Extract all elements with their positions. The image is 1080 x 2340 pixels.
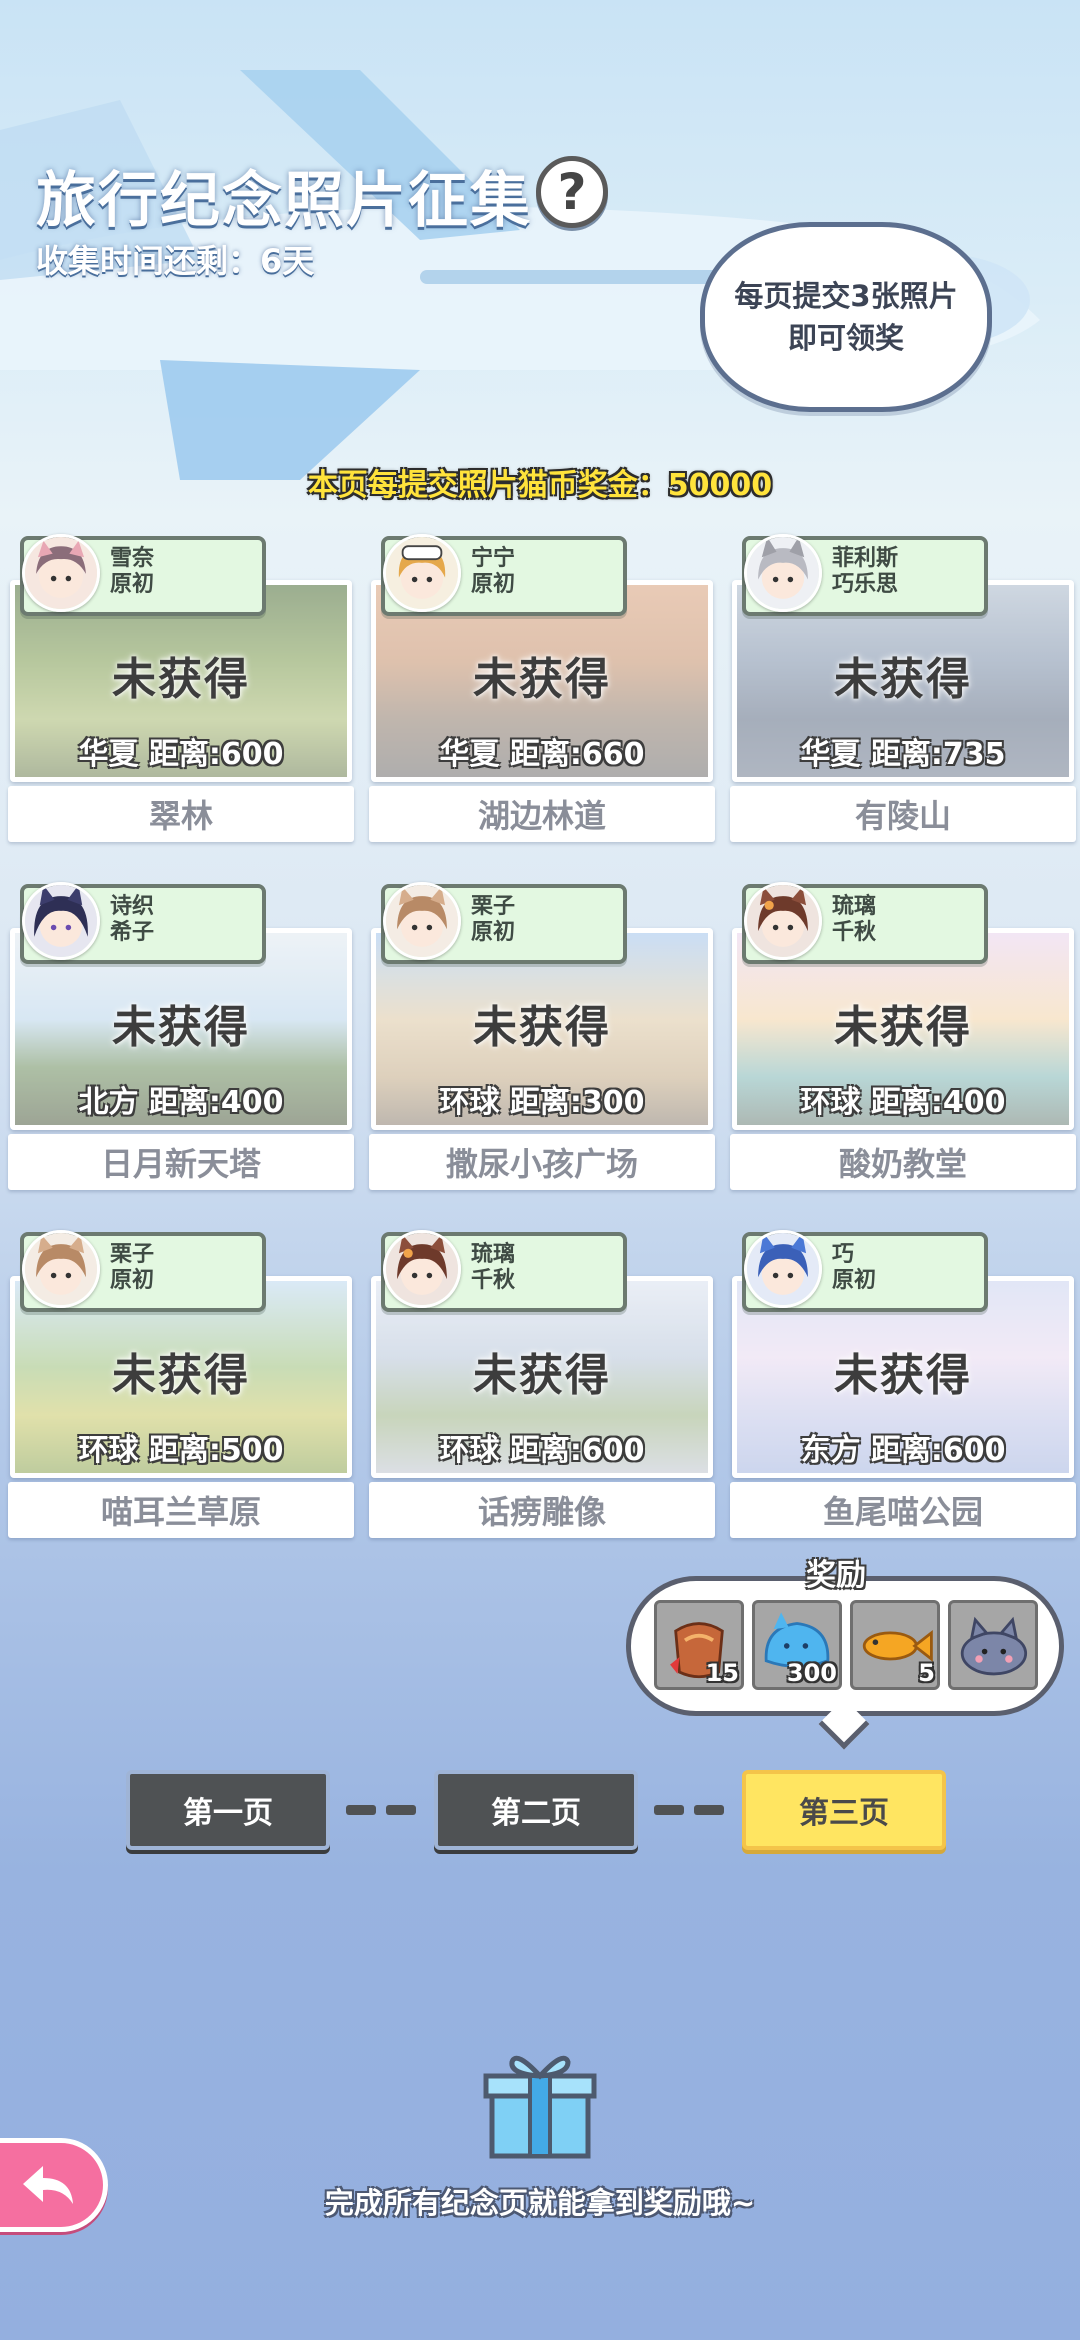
photo-meta: 北方 距离:400 [78,1085,284,1120]
avatar [744,882,822,960]
character-name: 千秋 [832,920,877,946]
place-name: 湖边林道 [369,786,715,842]
photo-card[interactable]: 未获得 北方 距离:400 日月新天塔 诗织 希子 [8,882,354,1194]
photo-status: 未获得 [834,1002,972,1053]
place-name: 喵耳兰草原 [8,1482,354,1538]
photo-meta: 环球 距离:300 [439,1085,645,1120]
character-name: 原初 [471,572,516,598]
character-name: 宁宁 [471,546,516,571]
avatar [22,534,100,612]
golden-fish-icon[interactable]: 5 [850,1600,940,1690]
character-tag: 琉璃 千秋 [381,1230,627,1312]
photo-meta: 环球 距离:400 [800,1085,1006,1120]
pager-connector [694,1805,724,1815]
character-name: 菲利斯 [832,546,899,571]
place-name: 撒尿小孩广场 [369,1134,715,1190]
character-tag: 栗子 原初 [381,882,627,964]
reward-qty: 300 [786,1659,837,1687]
fish-bag-icon[interactable]: 15 [654,1600,744,1690]
back-arrow-icon [23,2166,73,2204]
photo-status: 未获得 [112,1002,250,1053]
gift-box-icon[interactable] [482,2048,598,2160]
cat-plush-icon[interactable] [948,1600,1038,1690]
character-name: 原初 [110,1268,155,1294]
photo-status: 未获得 [112,654,250,705]
back-button[interactable] [0,2138,108,2232]
avatar [22,882,100,960]
character-name: 原初 [471,920,516,946]
reward-qty: 5 [918,1659,935,1687]
character-name: 雪奈 [110,546,155,571]
place-name: 日月新天塔 [8,1134,354,1190]
character-tag: 宁宁 原初 [381,534,627,616]
page-tab-3[interactable]: 第三页 [742,1770,946,1850]
photo-meta: 环球 距离:500 [78,1433,284,1468]
page-tab-1[interactable]: 第一页 [126,1770,330,1850]
character-name: 栗子 [110,1242,155,1267]
event-title: 旅行纪念照片征集 [36,166,532,236]
tip-cloud: 每页提交3张照片 即可领奖 [700,222,992,412]
blue-slime-icon[interactable]: 300 [752,1600,842,1690]
character-name: 原初 [110,572,155,598]
photo-status: 未获得 [112,1350,250,1401]
reward-label: 奖励 [806,1558,866,1593]
photo-card[interactable]: 未获得 环球 距离:600 话痨雕像 琉璃 千秋 [369,1230,715,1542]
place-name: 鱼尾喵公园 [730,1482,1076,1538]
photo-card[interactable]: 未获得 环球 距离:300 撒尿小孩广场 栗子 原初 [369,882,715,1194]
photo-meta: 环球 距离:600 [439,1433,645,1468]
character-name: 千秋 [471,1268,516,1294]
avatar [22,1230,100,1308]
page-tab-2[interactable]: 第二页 [434,1770,638,1850]
character-name: 诗织 [110,894,155,919]
place-name: 翠林 [8,786,354,842]
reward-qty: 15 [705,1659,739,1687]
bonus-text: 本页每提交照片猫币奖金：50000 [307,468,773,503]
character-name: 栗子 [471,894,516,919]
place-name: 话痨雕像 [369,1482,715,1538]
photo-card[interactable]: 未获得 华夏 距离:735 有陵山 菲利斯 巧乐思 [730,534,1076,846]
photo-card[interactable]: 未获得 东方 距离:600 鱼尾喵公园 巧 原初 [730,1230,1076,1542]
tip-line-2: 即可领奖 [787,321,904,355]
character-tag: 雪奈 原初 [20,534,266,616]
pager-connector [654,1805,684,1815]
photo-meta: 华夏 距离:600 [78,737,284,772]
photo-meta: 东方 距离:600 [800,1433,1006,1468]
photo-card[interactable]: 未获得 华夏 距离:660 湖边林道 宁宁 原初 [369,534,715,846]
photo-status: 未获得 [834,654,972,705]
photo-status: 未获得 [473,654,611,705]
pager-connector [346,1805,376,1815]
character-name: 原初 [832,1268,877,1294]
character-tag: 菲利斯 巧乐思 [742,534,988,616]
character-name: 巧 [832,1242,855,1267]
tip-line-1: 每页提交3张照片 [734,278,958,313]
avatar [744,534,822,612]
photo-meta: 华夏 距离:660 [439,737,645,772]
photo-status: 未获得 [834,1350,972,1401]
photo-status: 未获得 [473,1350,611,1401]
countdown-text: 收集时间还剩：6天 [36,242,315,280]
help-icon[interactable]: ? [536,156,608,228]
photo-card[interactable]: 未获得 华夏 距离:600 翠林 雪奈 原初 [8,534,354,846]
photo-card[interactable]: 未获得 环球 距离:400 酸奶教堂 琉璃 千秋 [730,882,1076,1194]
character-name: 琉璃 [471,1242,516,1267]
character-name: 希子 [110,920,155,946]
place-name: 酸奶教堂 [730,1134,1076,1190]
avatar [383,882,461,960]
avatar [383,534,461,612]
avatar [744,1230,822,1308]
character-name: 琉璃 [832,894,877,919]
character-tag: 诗织 希子 [20,882,266,964]
place-name: 有陵山 [730,786,1076,842]
character-tag: 琉璃 千秋 [742,882,988,964]
photo-meta: 华夏 距离:735 [800,737,1006,772]
photo-card[interactable]: 未获得 环球 距离:500 喵耳兰草原 栗子 原初 [8,1230,354,1542]
photo-status: 未获得 [473,1002,611,1053]
footer-hint: 完成所有纪念页就能拿到奖励哦~ [324,2186,756,2220]
character-name: 巧乐思 [832,572,899,598]
character-tag: 栗子 原初 [20,1230,266,1312]
pager-connector [386,1805,416,1815]
avatar [383,1230,461,1308]
character-tag: 巧 原初 [742,1230,988,1312]
